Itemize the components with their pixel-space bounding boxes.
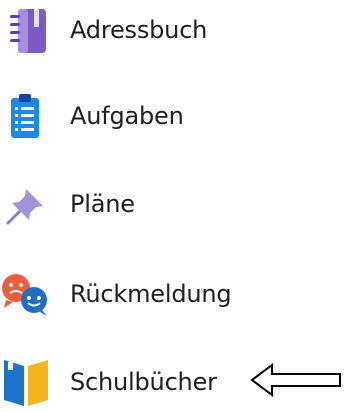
address-book-icon	[10, 9, 46, 53]
feedback-chat-icon	[2, 274, 47, 316]
menu-item-label: Schulbücher	[70, 368, 217, 396]
books-icon	[4, 360, 48, 406]
menu-item-label: Aufgaben	[70, 102, 184, 130]
menu-item-aufgaben[interactable]: Aufgaben	[0, 88, 260, 148]
menu-item-rueckmeldung[interactable]: Rückmeldung	[0, 266, 260, 326]
clipboard-list-icon	[11, 94, 39, 138]
menu-item-schulbuecher[interactable]: Schulbücher	[0, 352, 260, 412]
menu-item-label: Adressbuch	[70, 16, 208, 44]
menu-item-plaene[interactable]: Pläne	[0, 176, 260, 236]
arrow-left-icon	[250, 363, 341, 397]
pushpin-icon	[6, 189, 43, 225]
menu-item-label: Rückmeldung	[70, 280, 232, 308]
menu-item-adressbuch[interactable]: Adressbuch	[0, 2, 260, 62]
menu-item-label: Pläne	[70, 190, 135, 218]
